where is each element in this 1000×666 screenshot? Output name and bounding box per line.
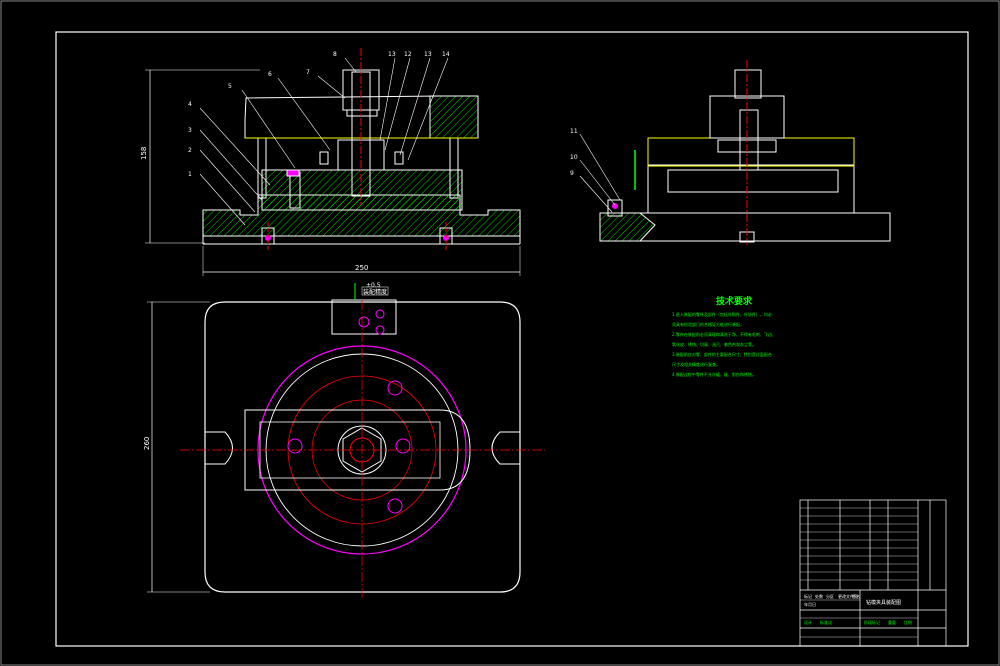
tolerance-label: ±0.5 <box>366 282 381 289</box>
callout-label: 4 <box>188 101 192 108</box>
callout-label: 13 <box>388 51 396 58</box>
title-block-footer: 重量 <box>888 619 896 625</box>
drawing-frame <box>55 31 969 647</box>
callout-label: 12 <box>404 51 412 58</box>
tech-requirement-line: 氧化皮、锈蚀、切屑、油污、着色剂和灰尘等。 <box>672 341 756 347</box>
title-block-label: 年月日 <box>804 601 816 607</box>
tech-requirements-title: 技术要求 <box>716 295 753 307</box>
callout-label: 11 <box>570 128 578 135</box>
callout-label: 1 <box>188 171 192 178</box>
plan-view <box>147 283 545 600</box>
sheet-outer-border <box>0 0 1000 666</box>
height-dimension: 158 <box>140 147 148 160</box>
cad-drawing-canvas: 8 7 6 5 4 3 2 1 13 12 13 14 158 250 11 1… <box>0 0 1000 666</box>
callout-label: 3 <box>188 127 192 134</box>
tech-requirement-line: 3.装配前应对零、部件的主要配合尺寸，特别是过盈配合 <box>672 351 772 357</box>
side-view <box>579 60 891 245</box>
callout-label: 5 <box>228 83 232 90</box>
title-block-label: 处数 <box>815 593 823 599</box>
tech-requirement-line: 1.进入装配的零件及部件（包括外购件、外协件），均必 <box>672 311 772 317</box>
tech-requirement-line: 尺寸及相关精度进行复查。 <box>672 361 720 367</box>
plan-height-dimension: 260 <box>143 437 151 450</box>
callout-label: 10 <box>570 154 578 161</box>
tech-requirement-line: 4.装配过程中零件不允许磕、碰、划伤和锈蚀。 <box>672 371 756 377</box>
callout-label: 9 <box>570 170 574 177</box>
title-block-rows <box>800 507 918 638</box>
drawing-name: 钻模夹具装配图 <box>866 599 901 606</box>
callout-label: 2 <box>188 147 192 154</box>
front-section-view <box>145 48 521 276</box>
callout-label: 6 <box>268 71 272 78</box>
callout-label: 7 <box>306 69 310 76</box>
tech-requirement-line: 2.零件在装配前必须清理和清洗干净，不得有毛刺、飞边、 <box>672 331 776 337</box>
callout-label: 14 <box>442 51 450 58</box>
title-block-footer: 标准化 <box>820 619 832 625</box>
title-block-footer: 比例 <box>904 619 912 625</box>
title-block-label: 分区 <box>826 593 834 599</box>
width-dimension: 250 <box>355 264 368 272</box>
title-block-footer: 阶段标记 <box>864 619 880 625</box>
note-box-label: 装配精度 <box>363 288 387 296</box>
tech-requirement-line: 须具有检验部门的合格证方能进行装配。 <box>672 321 744 327</box>
title-block-label: 签名 <box>852 593 860 599</box>
title-block-footer: 设计 <box>804 619 812 625</box>
title-block-label: 标记 <box>804 593 812 599</box>
callout-label: 13 <box>424 51 432 58</box>
callout-label: 8 <box>333 51 337 58</box>
